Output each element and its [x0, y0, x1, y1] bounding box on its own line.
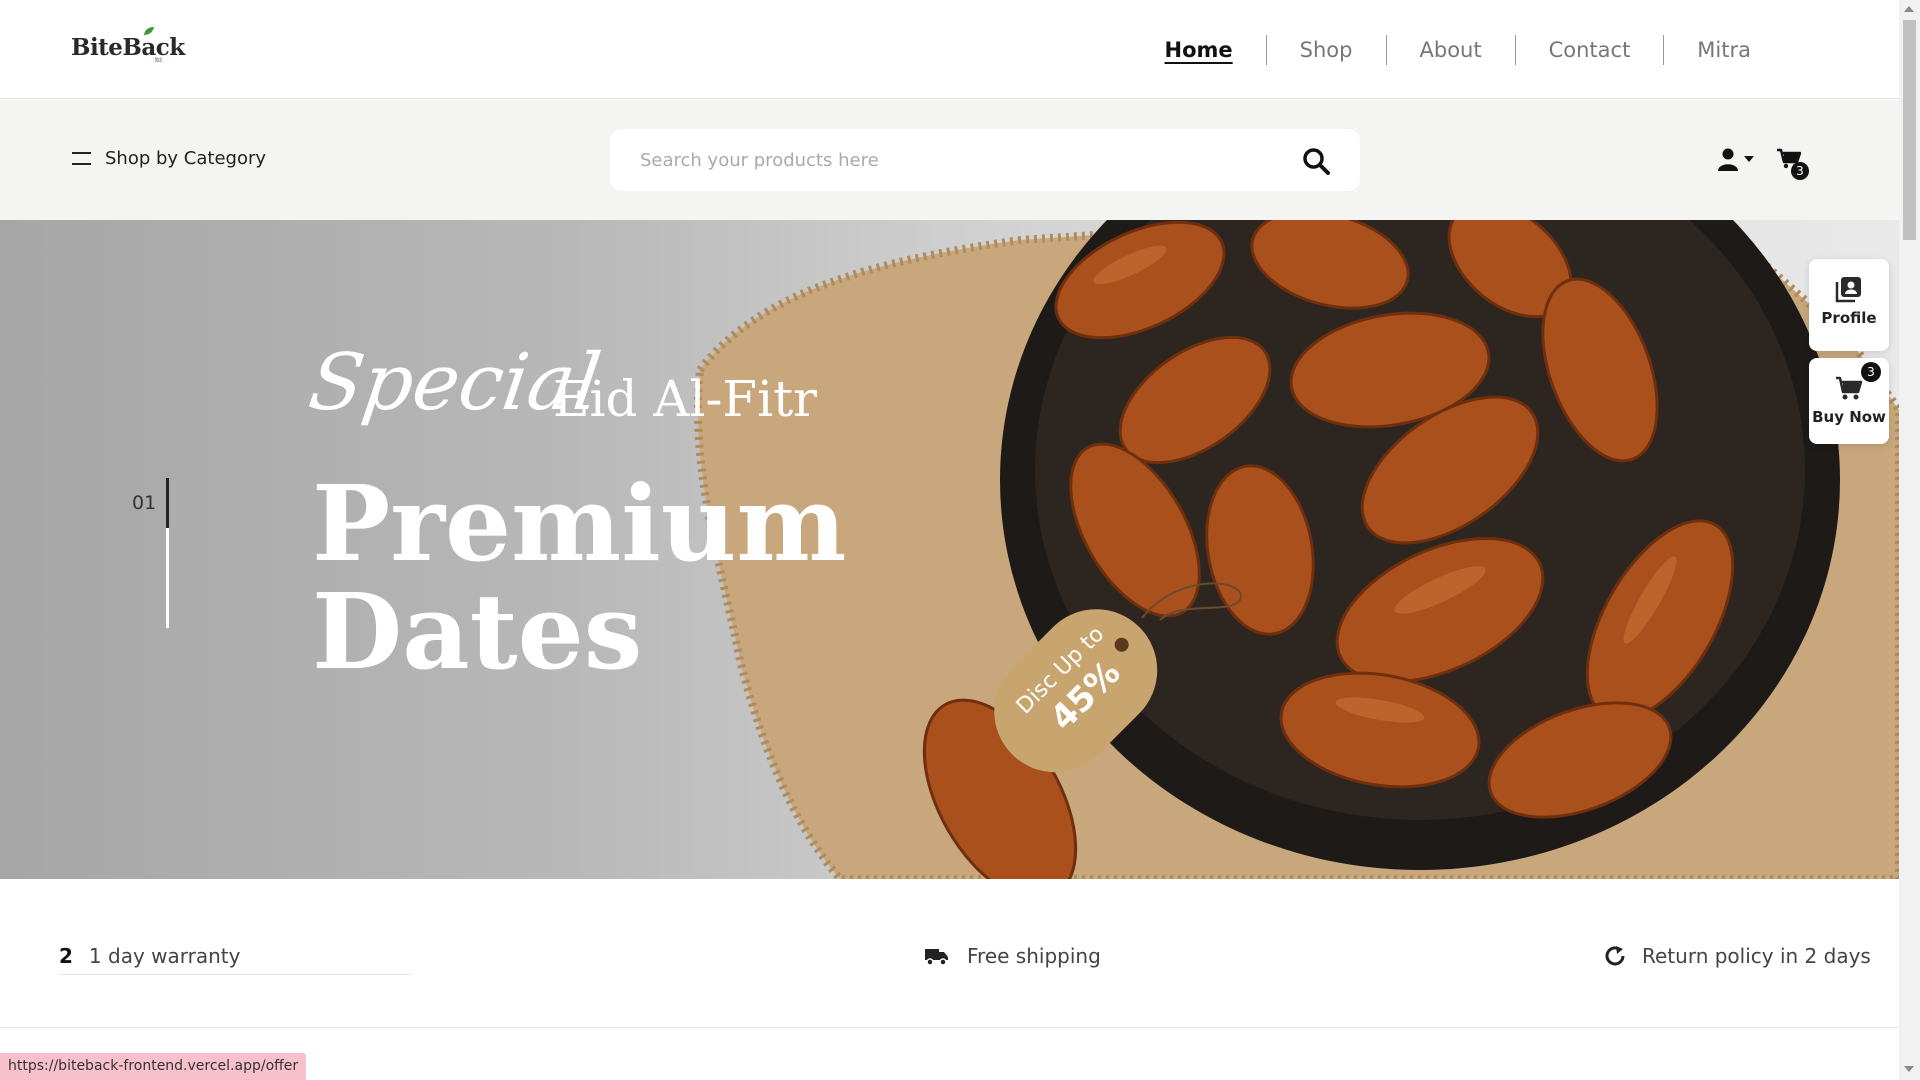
nav-about[interactable]: About: [1385, 35, 1515, 65]
site-logo[interactable]: BiteBack ltd: [71, 27, 185, 64]
nav-home[interactable]: Home: [1132, 35, 1266, 65]
warranty-text: 1 day warranty: [88, 944, 241, 968]
main-nav: Home Shop About Contact Mitra: [1132, 30, 1784, 70]
link-status-url: https://biteback-frontend.vercel.app/off…: [0, 1053, 307, 1080]
profile-label: Profile: [1821, 309, 1877, 327]
hero-banner[interactable]: 01 Special Eid Al-Fitr Premium Dates Dis…: [0, 220, 1899, 879]
truck-icon: [925, 949, 948, 966]
cart-icon: [1836, 376, 1863, 400]
buy-now-floating-button[interactable]: 3 Buy Now: [1809, 358, 1889, 444]
hero-title-line1: Premium: [312, 462, 847, 585]
nav-contact[interactable]: Contact: [1514, 35, 1664, 65]
search-bar-section: Shop by Category 3: [0, 100, 1899, 220]
feature-warranty: 2 1 day warranty: [59, 944, 411, 975]
return-text: Return policy in 2 days: [1642, 944, 1871, 968]
logo-tm: ltd: [155, 57, 162, 64]
nav-shop[interactable]: Shop: [1265, 35, 1386, 65]
profile-floating-button[interactable]: Profile: [1809, 259, 1889, 351]
hero-title-line2: Dates: [312, 570, 643, 693]
scroll-down-arrow-icon[interactable]: [1904, 1066, 1914, 1072]
features-strip: 2 1 day warranty Free shipping Return po…: [0, 880, 1899, 1028]
slide-progress-line: [166, 478, 169, 628]
hero-subtitle: Eid Al-Fitr: [553, 370, 818, 428]
search-input[interactable]: [610, 129, 1290, 191]
slide-counter: 01: [132, 492, 157, 514]
warranty-number: 2: [59, 944, 73, 968]
dates-bowl-image: [694, 220, 1899, 879]
search-box: [610, 129, 1360, 191]
logo-text: BiteBack: [71, 34, 185, 61]
page-scrollbar[interactable]: [1899, 0, 1920, 1080]
menu-icon: [72, 152, 91, 165]
shipping-text: Free shipping: [967, 944, 1101, 968]
search-icon[interactable]: [1302, 147, 1330, 175]
feature-shipping: Free shipping: [925, 944, 1101, 968]
top-navbar: BiteBack ltd Home Shop About Contact Mit…: [0, 0, 1899, 99]
cart-count-badge: 3: [1791, 162, 1809, 180]
buy-now-label: Buy Now: [1812, 408, 1886, 426]
profile-icon: [1835, 277, 1861, 303]
scroll-up-arrow-icon[interactable]: [1904, 6, 1914, 12]
shop-by-category-button[interactable]: Shop by Category: [72, 148, 266, 169]
nav-mitra[interactable]: Mitra: [1663, 35, 1784, 65]
user-menu-icon[interactable]: [1718, 148, 1756, 172]
feature-return-policy: Return policy in 2 days: [1604, 944, 1871, 968]
category-label: Shop by Category: [105, 148, 267, 169]
scroll-thumb[interactable]: [1903, 20, 1916, 240]
buy-count-badge: 3: [1861, 362, 1881, 382]
cart-button[interactable]: 3: [1777, 148, 1813, 182]
leaf-icon: [144, 27, 154, 35]
refresh-icon: [1605, 946, 1625, 966]
